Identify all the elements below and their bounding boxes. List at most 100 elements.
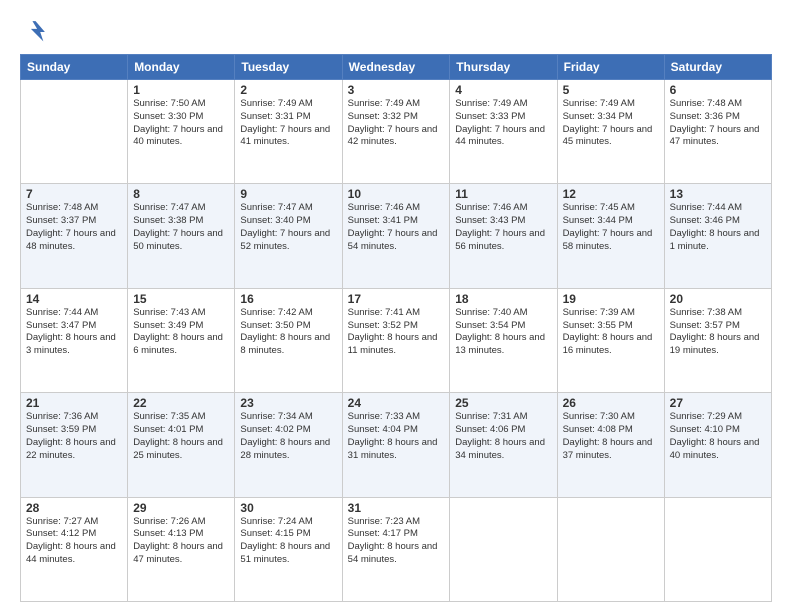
day-info: Sunrise: 7:31 AM Sunset: 4:06 PM Dayligh… [455,411,551,462]
calendar-week-row: 14Sunrise: 7:44 AM Sunset: 3:47 PM Dayli… [21,288,772,392]
day-number: 22 [133,396,229,410]
calendar-cell: 24Sunrise: 7:33 AM Sunset: 4:04 PM Dayli… [342,393,450,497]
day-number: 24 [348,396,445,410]
weekday-header-friday: Friday [557,55,664,80]
day-info: Sunrise: 7:49 AM Sunset: 3:34 PM Dayligh… [563,98,659,149]
day-number: 6 [670,83,766,97]
calendar-cell [664,497,771,601]
calendar-cell: 26Sunrise: 7:30 AM Sunset: 4:08 PM Dayli… [557,393,664,497]
day-info: Sunrise: 7:24 AM Sunset: 4:15 PM Dayligh… [240,516,336,567]
day-number: 25 [455,396,551,410]
day-info: Sunrise: 7:47 AM Sunset: 3:40 PM Dayligh… [240,202,336,253]
calendar-week-row: 7Sunrise: 7:48 AM Sunset: 3:37 PM Daylig… [21,184,772,288]
calendar-week-row: 1Sunrise: 7:50 AM Sunset: 3:30 PM Daylig… [21,80,772,184]
day-number: 3 [348,83,445,97]
day-number: 20 [670,292,766,306]
weekday-header-row: SundayMondayTuesdayWednesdayThursdayFrid… [21,55,772,80]
calendar-cell [557,497,664,601]
day-number: 2 [240,83,336,97]
day-number: 15 [133,292,229,306]
day-info: Sunrise: 7:46 AM Sunset: 3:43 PM Dayligh… [455,202,551,253]
calendar-cell: 6Sunrise: 7:48 AM Sunset: 3:36 PM Daylig… [664,80,771,184]
calendar-cell: 8Sunrise: 7:47 AM Sunset: 3:38 PM Daylig… [128,184,235,288]
logo-icon [20,18,48,46]
day-number: 8 [133,187,229,201]
day-info: Sunrise: 7:49 AM Sunset: 3:32 PM Dayligh… [348,98,445,149]
day-info: Sunrise: 7:42 AM Sunset: 3:50 PM Dayligh… [240,307,336,358]
weekday-header-wednesday: Wednesday [342,55,450,80]
calendar-cell: 21Sunrise: 7:36 AM Sunset: 3:59 PM Dayli… [21,393,128,497]
day-number: 10 [348,187,445,201]
day-number: 27 [670,396,766,410]
calendar-cell: 16Sunrise: 7:42 AM Sunset: 3:50 PM Dayli… [235,288,342,392]
weekday-header-sunday: Sunday [21,55,128,80]
day-number: 21 [26,396,122,410]
calendar-cell: 11Sunrise: 7:46 AM Sunset: 3:43 PM Dayli… [450,184,557,288]
day-number: 23 [240,396,336,410]
day-number: 31 [348,501,445,515]
calendar-cell: 27Sunrise: 7:29 AM Sunset: 4:10 PM Dayli… [664,393,771,497]
day-number: 14 [26,292,122,306]
calendar-cell: 19Sunrise: 7:39 AM Sunset: 3:55 PM Dayli… [557,288,664,392]
calendar-cell: 20Sunrise: 7:38 AM Sunset: 3:57 PM Dayli… [664,288,771,392]
calendar-cell [21,80,128,184]
day-number: 29 [133,501,229,515]
day-info: Sunrise: 7:23 AM Sunset: 4:17 PM Dayligh… [348,516,445,567]
calendar-cell: 17Sunrise: 7:41 AM Sunset: 3:52 PM Dayli… [342,288,450,392]
day-number: 26 [563,396,659,410]
day-number: 5 [563,83,659,97]
calendar-cell: 22Sunrise: 7:35 AM Sunset: 4:01 PM Dayli… [128,393,235,497]
calendar-cell: 13Sunrise: 7:44 AM Sunset: 3:46 PM Dayli… [664,184,771,288]
weekday-header-saturday: Saturday [664,55,771,80]
calendar-week-row: 28Sunrise: 7:27 AM Sunset: 4:12 PM Dayli… [21,497,772,601]
weekday-header-tuesday: Tuesday [235,55,342,80]
day-number: 11 [455,187,551,201]
day-info: Sunrise: 7:30 AM Sunset: 4:08 PM Dayligh… [563,411,659,462]
day-number: 4 [455,83,551,97]
calendar-cell: 25Sunrise: 7:31 AM Sunset: 4:06 PM Dayli… [450,393,557,497]
calendar-cell: 5Sunrise: 7:49 AM Sunset: 3:34 PM Daylig… [557,80,664,184]
day-info: Sunrise: 7:48 AM Sunset: 3:37 PM Dayligh… [26,202,122,253]
day-info: Sunrise: 7:49 AM Sunset: 3:33 PM Dayligh… [455,98,551,149]
calendar-cell: 30Sunrise: 7:24 AM Sunset: 4:15 PM Dayli… [235,497,342,601]
day-info: Sunrise: 7:33 AM Sunset: 4:04 PM Dayligh… [348,411,445,462]
calendar-cell: 29Sunrise: 7:26 AM Sunset: 4:13 PM Dayli… [128,497,235,601]
day-number: 13 [670,187,766,201]
header [20,18,772,46]
day-info: Sunrise: 7:47 AM Sunset: 3:38 PM Dayligh… [133,202,229,253]
day-number: 1 [133,83,229,97]
day-info: Sunrise: 7:46 AM Sunset: 3:41 PM Dayligh… [348,202,445,253]
calendar-cell: 4Sunrise: 7:49 AM Sunset: 3:33 PM Daylig… [450,80,557,184]
day-info: Sunrise: 7:36 AM Sunset: 3:59 PM Dayligh… [26,411,122,462]
day-number: 9 [240,187,336,201]
logo [20,18,52,46]
calendar-cell: 14Sunrise: 7:44 AM Sunset: 3:47 PM Dayli… [21,288,128,392]
day-info: Sunrise: 7:35 AM Sunset: 4:01 PM Dayligh… [133,411,229,462]
page: SundayMondayTuesdayWednesdayThursdayFrid… [0,0,792,612]
calendar-week-row: 21Sunrise: 7:36 AM Sunset: 3:59 PM Dayli… [21,393,772,497]
calendar-cell: 23Sunrise: 7:34 AM Sunset: 4:02 PM Dayli… [235,393,342,497]
calendar-cell: 2Sunrise: 7:49 AM Sunset: 3:31 PM Daylig… [235,80,342,184]
calendar-table: SundayMondayTuesdayWednesdayThursdayFrid… [20,54,772,602]
day-number: 7 [26,187,122,201]
day-number: 17 [348,292,445,306]
calendar-cell: 31Sunrise: 7:23 AM Sunset: 4:17 PM Dayli… [342,497,450,601]
day-info: Sunrise: 7:29 AM Sunset: 4:10 PM Dayligh… [670,411,766,462]
calendar-cell: 18Sunrise: 7:40 AM Sunset: 3:54 PM Dayli… [450,288,557,392]
calendar-cell: 1Sunrise: 7:50 AM Sunset: 3:30 PM Daylig… [128,80,235,184]
day-number: 18 [455,292,551,306]
weekday-header-thursday: Thursday [450,55,557,80]
calendar-cell: 28Sunrise: 7:27 AM Sunset: 4:12 PM Dayli… [21,497,128,601]
day-number: 28 [26,501,122,515]
day-number: 30 [240,501,336,515]
weekday-header-monday: Monday [128,55,235,80]
day-info: Sunrise: 7:44 AM Sunset: 3:46 PM Dayligh… [670,202,766,253]
day-info: Sunrise: 7:26 AM Sunset: 4:13 PM Dayligh… [133,516,229,567]
day-info: Sunrise: 7:39 AM Sunset: 3:55 PM Dayligh… [563,307,659,358]
day-number: 16 [240,292,336,306]
day-info: Sunrise: 7:38 AM Sunset: 3:57 PM Dayligh… [670,307,766,358]
day-info: Sunrise: 7:50 AM Sunset: 3:30 PM Dayligh… [133,98,229,149]
day-info: Sunrise: 7:43 AM Sunset: 3:49 PM Dayligh… [133,307,229,358]
calendar-cell: 15Sunrise: 7:43 AM Sunset: 3:49 PM Dayli… [128,288,235,392]
day-number: 12 [563,187,659,201]
